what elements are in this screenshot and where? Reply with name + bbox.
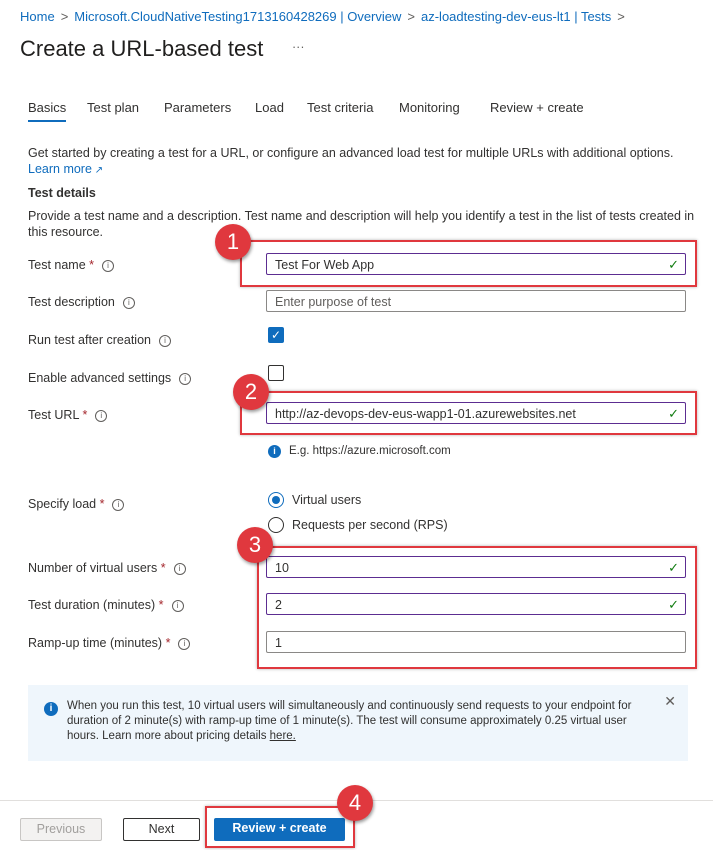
info-icon[interactable]: i — [158, 334, 171, 347]
tab-basics[interactable]: Basics — [28, 100, 67, 122]
breadcrumb-tests[interactable]: az-loadtesting-dev-eus-lt1 | Tests — [421, 9, 611, 24]
specify-load-label: Specify load * i — [28, 497, 125, 511]
next-button[interactable]: Next — [123, 818, 200, 841]
tab-monitoring[interactable]: Monitoring — [399, 100, 460, 115]
annotation-badge-2: 2 — [233, 374, 269, 410]
tab-review-create[interactable]: Review + create — [490, 100, 584, 115]
advanced-settings-checkbox[interactable] — [268, 365, 284, 381]
info-icon[interactable]: i — [102, 259, 115, 272]
test-description-label: Test description i — [28, 295, 135, 309]
tab-test-criteria[interactable]: Test criteria — [307, 100, 373, 115]
annotation-box-1 — [240, 240, 697, 287]
close-icon[interactable]: ✕ — [664, 693, 676, 710]
info-icon[interactable]: i — [178, 637, 191, 650]
url-hint: E.g. https://azure.microsoft.com — [289, 445, 451, 457]
info-icon[interactable]: i — [179, 372, 192, 385]
external-link-icon: ↗ — [91, 165, 104, 176]
info-icon[interactable]: i — [173, 562, 186, 575]
annotation-badge-3: 3 — [237, 527, 273, 563]
radio-virtual-users[interactable] — [268, 492, 284, 508]
annotation-badge-1: 1 — [215, 224, 251, 260]
pricing-link[interactable]: here. — [270, 730, 296, 742]
info-filled-icon: i — [44, 702, 58, 716]
test-url-label: Test URL * i — [28, 408, 108, 422]
info-icon[interactable]: i — [112, 498, 125, 511]
test-name-label: Test name * i — [28, 258, 115, 272]
info-icon[interactable]: i — [95, 409, 108, 422]
tab-parameters[interactable]: Parameters — [164, 100, 231, 115]
annotation-box-4 — [205, 806, 355, 848]
breadcrumb-overview[interactable]: Microsoft.CloudNativeTesting171316042826… — [74, 9, 401, 24]
section-description: Provide a test name and a description. T… — [28, 209, 695, 239]
breadcrumb-home[interactable]: Home — [20, 9, 55, 24]
info-banner: i When you run this test, 10 virtual use… — [28, 685, 688, 761]
annotation-box-3 — [257, 546, 697, 669]
section-title: Test details — [28, 186, 96, 200]
radio-rps[interactable] — [268, 517, 284, 533]
more-options-icon[interactable]: ··· — [292, 40, 305, 54]
intro-text: Get started by creating a test for a URL… — [28, 146, 674, 160]
tab-load[interactable]: Load — [255, 100, 284, 115]
annotation-box-2 — [240, 391, 697, 435]
virtual-users-label: Number of virtual users * i — [28, 561, 186, 575]
page-title: Create a URL-based test — [20, 36, 264, 61]
test-description-input[interactable]: Enter purpose of test — [266, 290, 686, 312]
info-icon[interactable]: i — [122, 296, 135, 309]
radio-rps-label[interactable]: Requests per second (RPS) — [292, 518, 448, 532]
annotation-badge-4: 4 — [337, 785, 373, 821]
learn-more-link[interactable]: Learn more — [28, 162, 92, 176]
run-after-label: Run test after creation i — [28, 333, 171, 347]
advanced-settings-label: Enable advanced settings i — [28, 371, 192, 385]
breadcrumb: Home > Microsoft.CloudNativeTesting1713160… — [20, 9, 625, 24]
tab-test-plan[interactable]: Test plan — [87, 100, 139, 115]
rampup-label: Ramp-up time (minutes) * i — [28, 636, 191, 650]
duration-label: Test duration (minutes) * i — [28, 598, 184, 612]
run-after-checkbox[interactable]: ✓ — [268, 327, 284, 343]
radio-virtual-users-label[interactable]: Virtual users — [292, 493, 361, 507]
info-icon[interactable]: i — [171, 599, 184, 612]
info-filled-icon: i — [268, 445, 281, 458]
previous-button[interactable]: Previous — [20, 818, 102, 841]
